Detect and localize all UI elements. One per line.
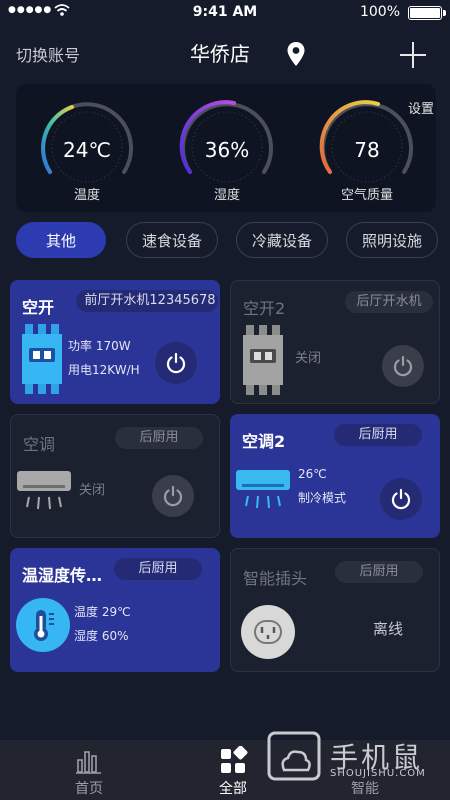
humidity-gauge: 36% 湿度 (172, 92, 282, 208)
tab-all[interactable]: 全部 (188, 740, 278, 800)
power-button[interactable] (152, 475, 194, 517)
bar-chart-icon (76, 751, 101, 774)
device-consumption: 用电12KW/H (68, 363, 140, 377)
device-temperature: 26℃ (298, 467, 327, 481)
nav-bar: 切换账号 华侨店 (0, 26, 450, 78)
power-button[interactable] (382, 345, 424, 387)
smart-plug-icon (241, 605, 295, 659)
temperature-gauge: 24℃ 温度 (32, 92, 142, 208)
watermark-logo-icon (267, 731, 321, 781)
breaker-icon (22, 324, 62, 394)
air-quality-value: 78 (354, 138, 380, 162)
switch-account-button[interactable]: 切换账号 (16, 42, 80, 66)
category-filters: 其他 速食设备 冷藏设备 照明设施 (0, 222, 450, 260)
humidity-value: 36% (204, 138, 250, 162)
device-card[interactable]: 智能插头 后厨用 离线 (230, 548, 440, 672)
air-conditioner-icon (17, 471, 71, 510)
air-quality-gauge: 78 空气质量 (312, 92, 422, 208)
tab-home[interactable]: 首页 (44, 740, 134, 800)
device-info: 26℃ 制冷模式 (298, 462, 346, 510)
device-title: 温湿度传感器 (22, 566, 110, 585)
power-icon (163, 485, 183, 507)
device-location-tag: 后厅开水机 (345, 291, 433, 313)
device-location-tag: 后厨用 (335, 561, 423, 583)
device-info: 功率 170W 用电12KW/H (68, 334, 140, 382)
device-location-tag: 后厨用 (114, 558, 202, 580)
air-quality-label: 空气质量 (340, 188, 393, 203)
device-info: 温度 29℃ 湿度 60% (74, 600, 131, 648)
sensor-humidity: 湿度 60% (74, 629, 129, 643)
battery-percent: 100% (359, 4, 400, 20)
device-title: 空开 (22, 298, 55, 317)
power-icon (391, 488, 411, 510)
location-pin-icon[interactable] (286, 41, 306, 67)
tab-all-label: 全部 (219, 781, 247, 797)
temperature-value: 24℃ (63, 138, 111, 162)
device-power: 功率 170W (68, 339, 131, 353)
device-status: 关闭 (295, 351, 322, 366)
device-card[interactable]: 空开2 后厅开水机 关闭 (230, 280, 440, 404)
power-button[interactable] (155, 342, 197, 384)
power-icon (166, 352, 186, 374)
device-status: 关闭 (79, 483, 106, 498)
device-location-tag: 后厨用 (115, 427, 203, 449)
watermark: 手机鼠 SHOUJISHU.COM (266, 730, 450, 790)
device-location-tag: 后厨用 (334, 424, 422, 446)
device-card[interactable]: 温湿度传感器 后厨用 温度 29℃ 湿度 60% (10, 548, 220, 672)
thermometer-icon (16, 598, 70, 652)
device-title: 空调2 (242, 432, 286, 451)
air-conditioner-icon (236, 470, 290, 509)
device-card[interactable]: 空调 后厨用 关闭 (10, 414, 220, 538)
grid-icon (221, 746, 248, 773)
breaker-icon (243, 325, 283, 395)
watermark-url: SHOUJISHU.COM (330, 768, 426, 779)
temperature-label: 温度 (73, 188, 100, 203)
filter-other[interactable]: 其他 (16, 222, 106, 258)
filter-fast-food[interactable]: 速食设备 (126, 222, 218, 258)
sensor-temperature: 温度 29℃ (74, 605, 131, 619)
device-location-tag: 前厅开水机12345678 (76, 290, 218, 312)
add-icon[interactable] (398, 40, 428, 70)
power-icon (393, 355, 413, 377)
filter-refrigeration[interactable]: 冷藏设备 (236, 222, 328, 258)
store-title: 华侨店 (190, 42, 250, 66)
device-card[interactable]: 空开 前厅开水机12345678 功率 170W 用电12KW/H (10, 280, 220, 404)
device-status: 离线 (373, 620, 404, 638)
device-card[interactable]: 空调2 后厨用 26℃ 制冷模式 (230, 414, 440, 538)
device-mode: 制冷模式 (298, 491, 347, 505)
environment-panel: 设置 24℃ 温度 36% 湿度 78 空气质量 (16, 84, 436, 212)
humidity-label: 湿度 (213, 188, 240, 203)
status-bar: ●●●●● 9:41 AM 100% (0, 0, 450, 26)
device-title: 空开2 (243, 299, 286, 318)
battery-icon (408, 6, 446, 20)
tab-home-label: 首页 (75, 781, 103, 797)
device-title: 空调 (23, 435, 56, 454)
power-button[interactable] (380, 478, 422, 520)
device-title: 智能插头 (243, 569, 308, 588)
filter-lighting[interactable]: 照明设施 (346, 222, 438, 258)
